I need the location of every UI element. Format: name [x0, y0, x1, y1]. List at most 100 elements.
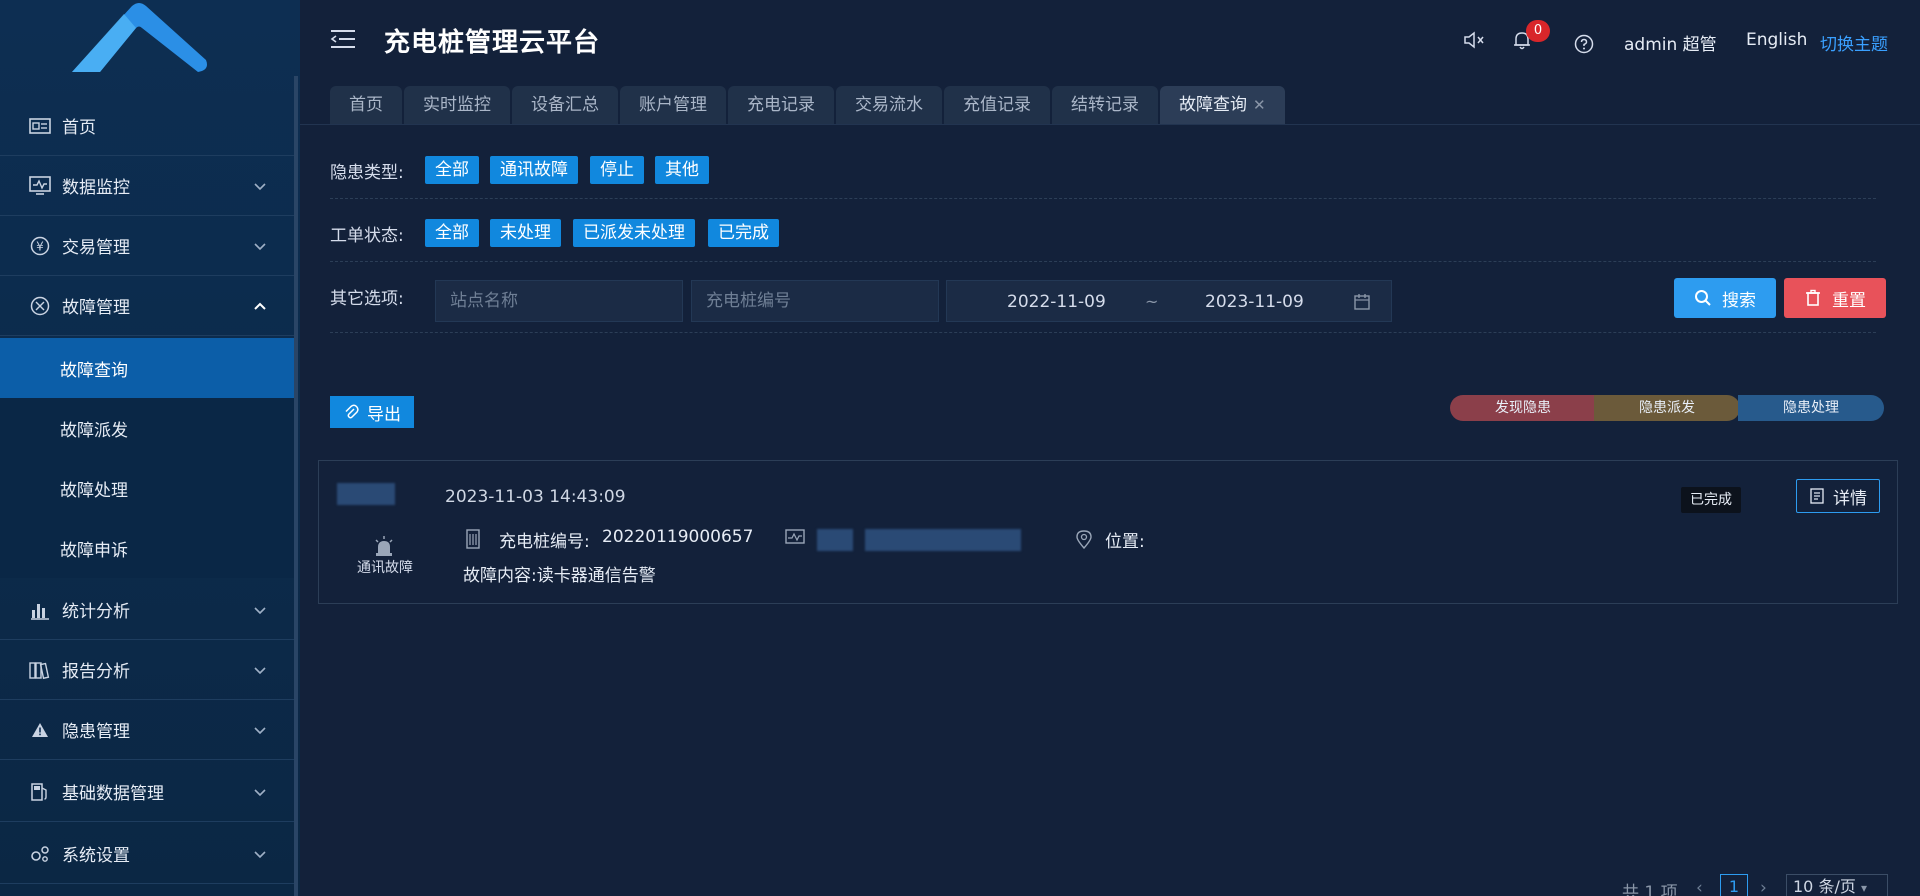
legend-discover-hazard: 发现隐患 [1450, 395, 1596, 421]
search-button[interactable]: 搜索 [1674, 278, 1776, 318]
sidebar-item-home[interactable]: 首页 [0, 96, 294, 156]
tab-bar: 首页 实时监控 设备汇总 账户管理 充电记录 交易流水 充值记录 结转记录 故障… [330, 86, 1287, 124]
sidebar-item-label: 系统设置 [62, 846, 130, 866]
tab-fault-query[interactable]: 故障查询 ✕ [1160, 86, 1285, 124]
sidebar-item-hazard-management[interactable]: 隐患管理 [0, 700, 294, 760]
prev-page-icon[interactable]: ‹ [1696, 878, 1703, 896]
page-size-select[interactable]: 10 条/页 ▾ [1786, 874, 1888, 896]
switch-theme-link[interactable]: 切换主题 [1820, 30, 1888, 55]
hazard-type-label: 隐患类型: [330, 163, 404, 183]
pagination-total: 共 1 项 [1622, 883, 1678, 896]
sidebar-subitem-label: 故障申诉 [60, 540, 128, 561]
date-separator: ~ [1145, 292, 1159, 311]
fuel-pump-icon [28, 780, 52, 804]
export-button[interactable]: 导出 [330, 396, 414, 428]
home-icon [28, 114, 52, 138]
sidebar-item-statistics[interactable]: 统计分析 [0, 580, 294, 640]
redacted-address [865, 529, 1021, 551]
books-icon [28, 658, 52, 682]
tab-label: 设备汇总 [531, 95, 599, 115]
order-status-dispatched-chip[interactable]: 已派发未处理 [573, 219, 695, 247]
order-status-all-chip[interactable]: 全部 [425, 219, 479, 247]
mute-icon[interactable] [1462, 28, 1486, 52]
sidebar-subitem-label: 故障派发 [60, 420, 128, 441]
date-range-picker[interactable]: 2022-11-09 ~ 2023-11-09 [946, 280, 1392, 322]
station-name-input[interactable] [435, 280, 683, 322]
hazard-type-stop-chip[interactable]: 停止 [590, 156, 644, 184]
sidebar-item-label: 数据监控 [62, 178, 130, 198]
search-button-label: 搜索 [1722, 290, 1756, 311]
calendar-icon [1354, 294, 1370, 310]
sidebar-item-label: 故障管理 [62, 298, 130, 318]
date-end[interactable]: 2023-11-09 [1205, 292, 1304, 312]
station-monitor-icon [785, 529, 805, 544]
chevron-up-icon [254, 302, 266, 310]
other-options-label: 其它选项: [330, 289, 404, 309]
sidebar-item-data-monitor[interactable]: 数据监控 [0, 156, 294, 216]
close-icon[interactable]: ✕ [1253, 96, 1266, 114]
date-start[interactable]: 2022-11-09 [1007, 292, 1106, 312]
sidebar-subitem-fault-query[interactable]: 故障查询 [0, 338, 294, 398]
hazard-type-all-chip[interactable]: 全部 [425, 156, 479, 184]
location-pin-icon [1076, 530, 1092, 549]
tab-transaction-flow[interactable]: 交易流水 [836, 86, 942, 124]
export-button-label: 导出 [367, 404, 401, 425]
record-fault-type: 通讯故障 [357, 560, 413, 576]
menu-toggle-icon[interactable] [330, 28, 356, 50]
tab-label: 故障查询 [1179, 95, 1247, 115]
hazard-type-comm-fault-chip[interactable]: 通讯故障 [490, 156, 578, 184]
tab-label: 账户管理 [639, 95, 707, 115]
redacted-station [817, 529, 853, 551]
chevron-down-icon [254, 727, 266, 735]
chevron-down-icon [254, 243, 266, 251]
fault-record-card: 2023-11-03 14:43:09 通讯故障 充电桩编号: 20220119… [318, 460, 1898, 604]
user-menu[interactable]: admin 超管 [1624, 30, 1717, 55]
monitor-icon [28, 174, 52, 198]
help-icon[interactable] [1572, 32, 1596, 56]
divider [330, 198, 1876, 199]
tab-realtime-monitor[interactable]: 实时监控 [404, 86, 510, 124]
sidebar-subitem-fault-handling[interactable]: 故障处理 [0, 458, 294, 518]
gears-icon [28, 842, 52, 866]
sidebar-item-transactions[interactable]: ¥ 交易管理 [0, 216, 294, 276]
chevron-down-icon [254, 789, 266, 797]
alarm-siren-icon [375, 536, 393, 556]
tab-carryover-records[interactable]: 结转记录 [1052, 86, 1158, 124]
sidebar-item-base-data[interactable]: 基础数据管理 [0, 762, 294, 822]
tab-device-summary[interactable]: 设备汇总 [512, 86, 618, 124]
pile-icon [466, 529, 480, 549]
order-status-completed-chip[interactable]: 已完成 [708, 219, 779, 247]
tab-label: 首页 [349, 95, 383, 115]
sidebar-subitem-fault-appeal[interactable]: 故障申诉 [0, 518, 294, 578]
tab-account-management[interactable]: 账户管理 [620, 86, 726, 124]
chevron-down-icon [254, 607, 266, 615]
order-status-unprocessed-chip[interactable]: 未处理 [490, 219, 561, 247]
reset-button-label: 重置 [1832, 290, 1866, 311]
document-icon [1810, 488, 1824, 504]
yuan-icon: ¥ [28, 234, 52, 258]
page-number-current[interactable]: 1 [1720, 874, 1748, 896]
tab-label: 充值记录 [963, 95, 1031, 115]
sidebar-item-label: 交易管理 [62, 238, 130, 258]
language-switch[interactable]: English [1746, 30, 1807, 50]
sidebar-item-reports[interactable]: 报告分析 [0, 640, 294, 700]
tab-label: 结转记录 [1071, 95, 1139, 115]
paperclip-icon [345, 404, 359, 419]
tab-recharge-records[interactable]: 充值记录 [944, 86, 1050, 124]
tab-label: 交易流水 [855, 95, 923, 115]
tab-home[interactable]: 首页 [330, 86, 402, 124]
detail-button[interactable]: 详情 [1796, 479, 1880, 513]
chevron-down-icon [254, 851, 266, 859]
pile-number-input[interactable] [691, 280, 939, 322]
tab-label: 实时监控 [423, 95, 491, 115]
sidebar: 首页 数据监控 ¥ 交易管理 故障管理 故障查询 故障派发 故障处理 故障申诉 … [0, 0, 300, 896]
tab-charging-records[interactable]: 充电记录 [728, 86, 834, 124]
sidebar-item-system-settings[interactable]: 系统设置 [0, 824, 294, 884]
hazard-type-other-chip[interactable]: 其他 [655, 156, 709, 184]
reset-button[interactable]: 重置 [1784, 278, 1886, 318]
sidebar-subitem-fault-dispatch[interactable]: 故障派发 [0, 398, 294, 458]
next-page-icon[interactable]: › [1760, 878, 1767, 896]
sidebar-scrollbar[interactable] [294, 76, 298, 896]
sidebar-item-fault-management[interactable]: 故障管理 [0, 276, 294, 336]
chevron-down-icon [254, 183, 266, 191]
